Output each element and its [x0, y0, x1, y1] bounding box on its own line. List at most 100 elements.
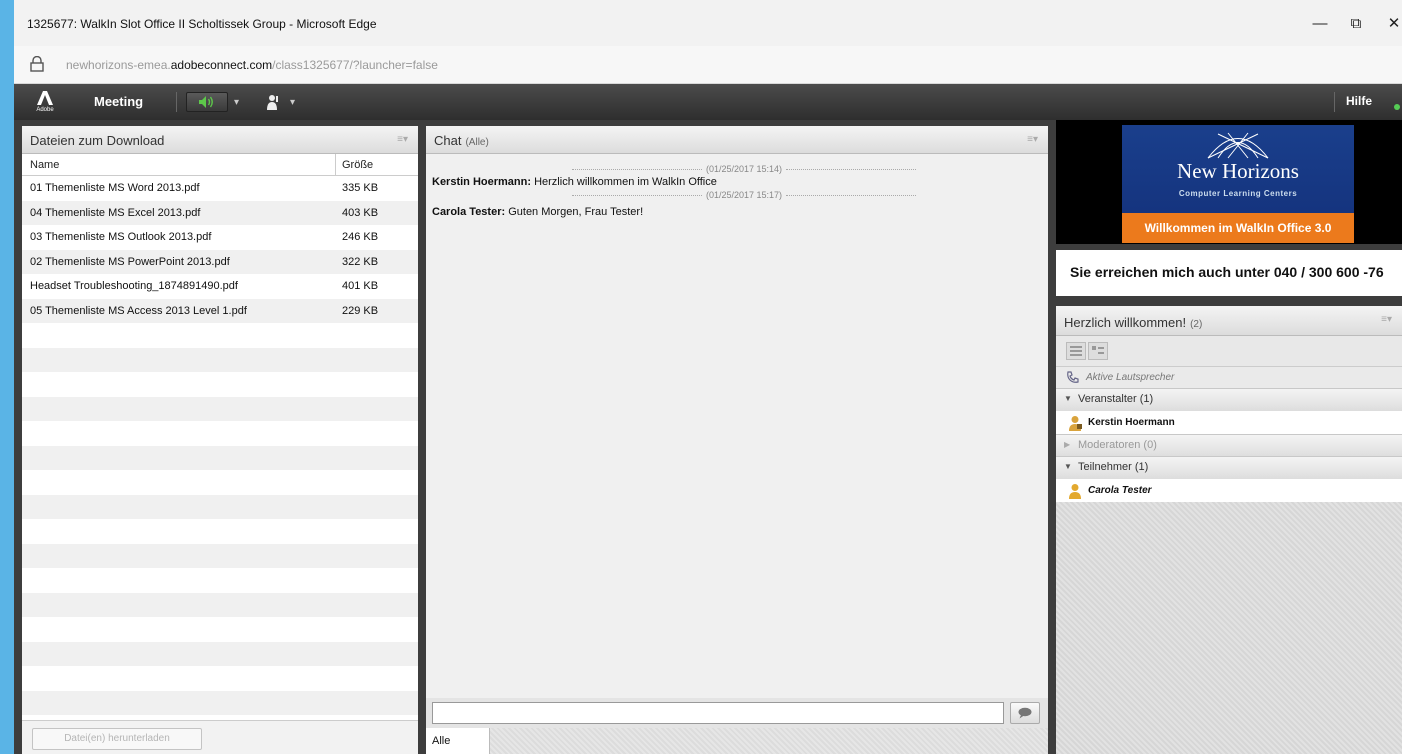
column-name-header[interactable]: Name	[30, 159, 59, 171]
chat-tab-bar: Alle	[426, 728, 1048, 754]
pod-menu-icon[interactable]: ≡▾	[397, 134, 408, 145]
table-row[interactable]: 02 Themenliste MS PowerPoint 2013.pdf 322…	[22, 249, 418, 274]
connection-status-icon	[1394, 104, 1400, 110]
column-size-header[interactable]: Größe	[342, 159, 373, 171]
table-row[interactable]: 01 Themenliste MS Word 2013.pdf 335 KB	[22, 176, 418, 201]
url-domain: adobeconnect.com	[170, 58, 273, 72]
empty-row	[22, 641, 418, 666]
list-view-icon[interactable]	[1066, 342, 1086, 360]
file-size: 322 KB	[342, 255, 379, 268]
active-speakers-label: Aktive Lautsprecher	[1086, 372, 1175, 383]
file-name: Headset Troubleshooting_1874891490.pdf	[30, 280, 238, 292]
empty-row	[22, 666, 418, 691]
group-moderators[interactable]: ▶ Moderatoren (0)	[1056, 434, 1402, 456]
lock-icon	[30, 55, 44, 72]
adobe-logo-text: Adobe	[36, 107, 54, 113]
group-label: Veranstalter (1)	[1078, 393, 1154, 405]
empty-row	[22, 347, 418, 372]
chat-input[interactable]	[432, 702, 1004, 724]
adobe-logo: Adobe	[34, 90, 56, 116]
file-size: 401 KB	[342, 280, 379, 292]
raise-hand-icon	[267, 95, 278, 110]
empty-row	[22, 372, 418, 397]
attendee-name: Carola Tester	[1088, 485, 1152, 496]
files-pod: Dateien zum Download ≡▾ Name Größe 01 Th…	[22, 126, 418, 754]
chevron-down-icon: ▾	[234, 96, 240, 108]
restore-button[interactable]: ⧉	[1336, 12, 1376, 36]
chat-compose-bar	[426, 698, 1048, 728]
column-divider[interactable]	[335, 154, 336, 176]
message-timestamp: (01/25/2017 15:14)	[544, 164, 944, 174]
pod-menu-icon[interactable]: ≡▾	[1027, 134, 1038, 145]
user-avatar-icon	[1068, 483, 1082, 504]
welcome-strip: Willkommen im WalkIn Office 3.0	[1122, 213, 1354, 243]
url-text[interactable]: newhorizons-emea.adobeconnect.com/class1…	[66, 58, 438, 72]
attendees-pod: Herzlich willkommen! (2) ≡▾ Aktive Lautsp…	[1056, 306, 1402, 754]
empty-row	[22, 494, 418, 519]
speaker-dropdown[interactable]: ▾	[234, 92, 239, 112]
attendee-host[interactable]: Kerstin Hoermann	[1056, 410, 1402, 434]
attendee-name: Kerstin Hoermann	[1088, 417, 1175, 428]
active-speakers-row: Aktive Lautsprecher	[1056, 366, 1402, 388]
table-row[interactable]: 04 Themenliste MS Excel 2013.pdf 403 KB	[22, 200, 418, 225]
send-message-button[interactable]	[1010, 702, 1040, 724]
table-row[interactable]: Headset Troubleshooting_1874891490.pdf 40…	[22, 274, 418, 299]
browser-window: 1325677: WalkIn Slot Office II Scholtiss…	[14, 0, 1402, 754]
globe-logo-icon	[1207, 132, 1269, 159]
close-button[interactable]: ✕	[1374, 12, 1402, 36]
file-name: 02 Themenliste MS PowerPoint 2013.pdf	[30, 255, 230, 268]
empty-row	[22, 690, 418, 715]
attendees-count: (2)	[1190, 319, 1203, 330]
url-prefix: newhorizons-emea.	[66, 58, 171, 72]
table-row[interactable]: 03 Themenliste MS Outlook 2013.pdf 246 KB	[22, 225, 418, 250]
files-pod-header: Dateien zum Download ≡▾	[22, 126, 418, 154]
triangle-down-icon: ▼	[1064, 462, 1072, 471]
attendees-pod-title: Herzlich willkommen! (2)	[1064, 315, 1202, 330]
files-pod-footer: Datei(en) herunterladen	[22, 720, 418, 754]
speaker-icon	[199, 96, 213, 108]
status-dropdown[interactable]: ▾	[290, 92, 295, 112]
message-sender: Carola Tester:	[432, 206, 506, 218]
message-sender: Kerstin Hoermann:	[432, 176, 532, 188]
speaker-button[interactable]	[186, 92, 228, 112]
attendee-participant[interactable]: Carola Tester	[1056, 478, 1402, 502]
attendees-pod-header: Herzlich willkommen! (2) ≡▾	[1056, 306, 1402, 336]
file-size: 229 KB	[342, 304, 379, 317]
title-bar: 1325677: WalkIn Slot Office II Scholtiss…	[14, 0, 1402, 46]
pod-menu-icon[interactable]: ≡▾	[1381, 314, 1392, 325]
meeting-menu[interactable]: Meeting	[94, 94, 143, 109]
help-menu[interactable]: Hilfe	[1346, 94, 1372, 108]
group-participants[interactable]: ▼ Teilnehmer (1)	[1056, 456, 1402, 478]
file-size: 335 KB	[342, 182, 379, 194]
speech-bubble-icon	[1018, 707, 1032, 719]
minimize-button[interactable]: —	[1300, 12, 1340, 36]
toolbar-divider	[176, 92, 177, 112]
address-bar[interactable]: newhorizons-emea.adobeconnect.com/class1…	[14, 46, 1402, 84]
sort-view-icon[interactable]	[1088, 342, 1108, 360]
table-row[interactable]: 05 Themenliste MS Access 2013 Level 1.pd…	[22, 298, 418, 323]
empty-row	[22, 421, 418, 446]
empty-row	[22, 568, 418, 593]
download-files-button[interactable]: Datei(en) herunterladen	[32, 728, 202, 750]
chevron-down-icon: ▾	[290, 96, 296, 108]
new-horizons-banner: New Horizons Computer Learning Centers W…	[1122, 125, 1354, 243]
banner-pod: New Horizons Computer Learning Centers W…	[1056, 120, 1402, 244]
triangle-down-icon: ▼	[1064, 394, 1072, 403]
chat-messages: (01/25/2017 15:14) Kerstin Hoermann: Her…	[426, 154, 1048, 698]
group-hosts[interactable]: ▼ Veranstalter (1)	[1056, 388, 1402, 410]
files-pod-title: Dateien zum Download	[30, 133, 165, 148]
chat-pod-title: Chat (Alle)	[434, 133, 489, 148]
chat-pod-header: Chat (Alle) ≡▾	[426, 126, 1048, 154]
empty-row	[22, 592, 418, 617]
window-title: 1325677: WalkIn Slot Office II Scholtiss…	[27, 17, 377, 31]
tab-all[interactable]: Alle	[426, 728, 490, 754]
chat-message: Carola Tester: Guten Morgen, Frau Tester…	[432, 206, 643, 218]
chat-scope: (Alle)	[465, 137, 489, 148]
brand-name: New Horizons	[1177, 159, 1299, 183]
empty-row	[22, 323, 418, 348]
group-label: Moderatoren (0)	[1078, 439, 1157, 451]
host-avatar-icon	[1068, 415, 1082, 436]
empty-row	[22, 470, 418, 495]
user-status-button[interactable]	[264, 92, 282, 112]
file-name: 03 Themenliste MS Outlook 2013.pdf	[30, 231, 212, 243]
